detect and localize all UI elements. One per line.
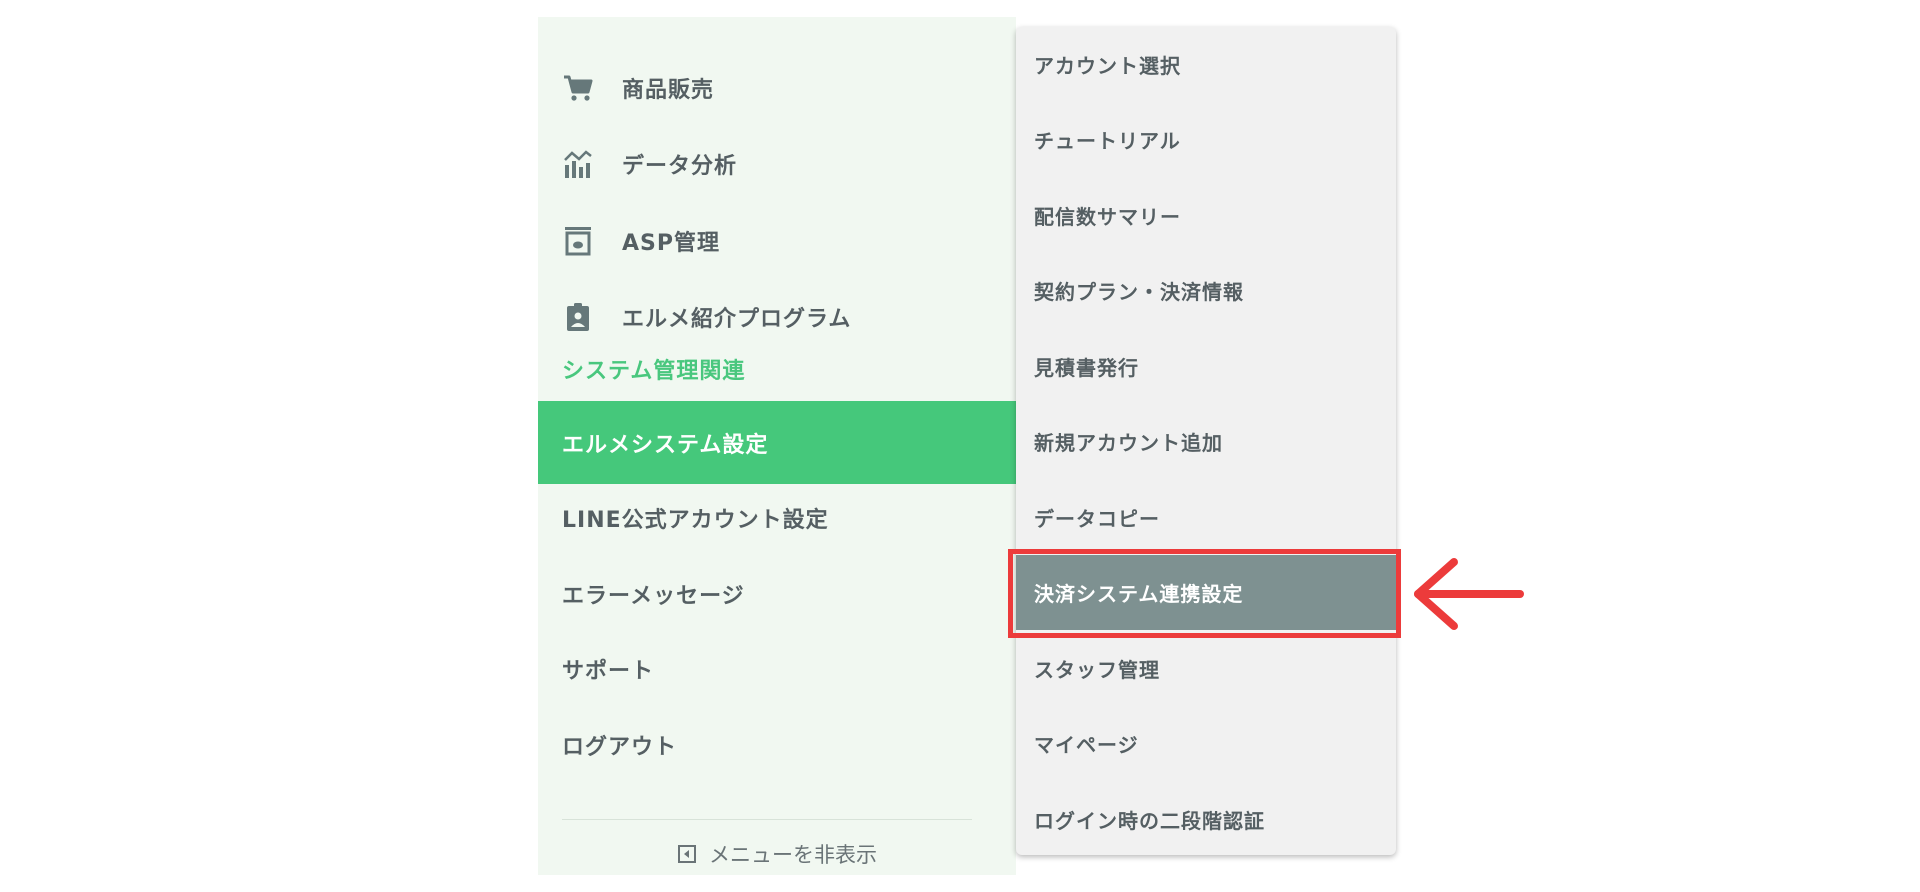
submenu-item-staff[interactable]: スタッフ管理 <box>1016 631 1396 706</box>
sidebar-item-referral[interactable]: エルメ紹介プログラム <box>538 287 1016 347</box>
highlight-box <box>1008 549 1401 638</box>
hide-menu-button[interactable]: メニューを非表示 <box>538 839 1016 869</box>
archive-box-icon <box>565 227 591 256</box>
sidebar-item-label: エルメ紹介プログラム <box>622 307 852 332</box>
collapse-left-icon <box>678 845 696 863</box>
sidebar-item-product-sales[interactable]: 商品販売 <box>538 58 1016 118</box>
sidebar-item-label: 商品販売 <box>622 78 715 103</box>
submenu-item-delivery-summary[interactable]: 配信数サマリー <box>1016 178 1396 253</box>
submenu-item-mypage[interactable]: マイページ <box>1016 706 1396 781</box>
hide-menu-label: メニューを非表示 <box>709 843 877 867</box>
sidebar-item-logout[interactable]: ログアウト <box>538 715 1016 775</box>
sidebar-item-label: エラーメッセージ <box>562 584 745 609</box>
submenu-item-two-factor[interactable]: ログイン時の二段階認証 <box>1016 782 1396 857</box>
sidebar-item-data-analysis[interactable]: データ分析 <box>538 134 1016 194</box>
sidebar-item-support[interactable]: サポート <box>538 639 1016 699</box>
submenu-item-tutorial[interactable]: チュートリアル <box>1016 102 1396 177</box>
sidebar-item-system-settings[interactable]: エルメシステム設定 <box>538 401 1016 484</box>
sidebar-item-label: サポート <box>562 659 655 684</box>
pointer-arrow-icon <box>1414 558 1524 630</box>
submenu-item-data-copy[interactable]: データコピー <box>1016 480 1396 555</box>
submenu-item-contract-plan[interactable]: 契約プラン・決済情報 <box>1016 253 1396 328</box>
badge-icon <box>567 303 589 331</box>
submenu-item-estimate[interactable]: 見積書発行 <box>1016 329 1396 404</box>
sidebar-item-label: LINE公式アカウント設定 <box>562 508 829 533</box>
submenu-item-account-select[interactable]: アカウント選択 <box>1016 27 1396 102</box>
cart-icon <box>564 75 593 101</box>
sidebar-item-label: エルメシステム設定 <box>562 432 769 458</box>
analytics-icon <box>564 150 592 178</box>
settings-submenu: アカウント選択 チュートリアル 配信数サマリー 契約プラン・決済情報 見積書発行… <box>1016 27 1396 855</box>
sidebar-item-asp[interactable]: ASP管理 <box>538 211 1016 271</box>
sidebar-item-error-messages[interactable]: エラーメッセージ <box>538 564 1016 624</box>
sidebar-item-label: ログアウト <box>562 735 678 760</box>
sidebar: 商品販売 データ分析 ASP管理 エルメ紹介プログラム システム管理関連 エルメ… <box>538 17 1016 875</box>
divider <box>562 819 972 820</box>
sidebar-item-line-settings[interactable]: LINE公式アカウント設定 <box>538 488 1016 548</box>
sidebar-item-label: データ分析 <box>622 154 738 179</box>
submenu-item-add-account[interactable]: 新規アカウント追加 <box>1016 404 1396 479</box>
sidebar-item-label: ASP管理 <box>622 231 720 256</box>
section-title: システム管理関連 <box>562 359 746 384</box>
